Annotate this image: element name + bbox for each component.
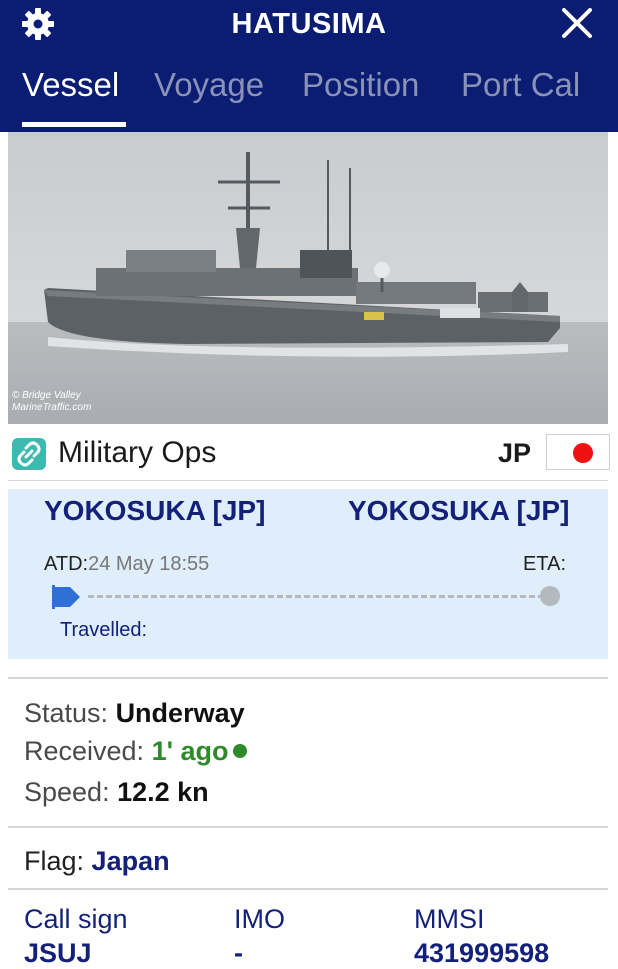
- imo-value: -: [234, 938, 243, 968]
- eta-label: ETA:: [523, 553, 566, 575]
- app-header: HATUSIMA Vessel Voyage Position Port Cal: [0, 0, 618, 132]
- status-value: Underway: [115, 698, 245, 728]
- travelled-label: Travelled:: [60, 619, 148, 641]
- voyage-progress-track: [88, 595, 544, 598]
- atd-time: ATD:24 May 18:55: [44, 553, 209, 576]
- speed-row: Speed: 12.2 kn: [24, 777, 209, 808]
- section-divider: [8, 677, 608, 679]
- section-divider: [8, 826, 608, 828]
- section-divider: [8, 888, 608, 890]
- flag-sun-mark: [573, 443, 593, 463]
- link-icon: [12, 438, 46, 470]
- status-row: Status: Underway: [24, 698, 245, 729]
- destination-dot: [540, 586, 560, 606]
- vessel-progress-marker-icon: [52, 585, 80, 609]
- flag-value: Japan: [91, 846, 170, 876]
- atd-value: 24 May 18:55: [88, 553, 210, 575]
- active-tab-indicator: [22, 122, 126, 127]
- departure-port[interactable]: YOKOSUKA [JP]: [44, 495, 265, 527]
- photo-credit: © Bridge Valley MarineTraffic.com: [12, 390, 91, 414]
- photo-credit-line: MarineTraffic.com: [12, 402, 92, 413]
- flag-icon: [546, 434, 610, 470]
- received-row: Received: 1' ago: [24, 736, 247, 767]
- speed-value: 12.2 kn: [117, 777, 209, 807]
- imo-label: IMO: [234, 904, 285, 934]
- live-status-dot: [232, 744, 247, 758]
- speed-label: Speed:: [24, 777, 110, 807]
- voyage-summary[interactable]: YOKOSUKA [JP] YOKOSUKA [JP] ATD:24 May 1…: [8, 489, 608, 659]
- flag-code: JP: [498, 438, 532, 468]
- received-label: Received:: [24, 736, 145, 766]
- callsign-value: JSUJ: [24, 938, 92, 968]
- tab-position[interactable]: Position: [302, 66, 419, 104]
- received-value: 1' ago: [151, 736, 229, 766]
- mmsi-value: 431999598: [414, 938, 550, 968]
- callsign-label: Call sign: [24, 904, 128, 934]
- close-icon[interactable]: [560, 6, 594, 40]
- flag-row: Flag: Japan: [24, 846, 170, 877]
- arrival-port[interactable]: YOKOSUKA [JP]: [348, 495, 569, 527]
- status-label: Status:: [24, 698, 109, 728]
- vessel-type-bar: Military Ops JP: [8, 428, 610, 481]
- tab-port-calls[interactable]: Port Cal: [461, 66, 580, 104]
- vessel-photo[interactable]: [8, 132, 608, 424]
- vessel-type-label: Military Ops: [58, 436, 217, 469]
- photo-credit-line: © Bridge Valley: [12, 390, 81, 401]
- flag-label: Flag:: [24, 846, 85, 876]
- vessel-title: HATUSIMA: [231, 8, 387, 40]
- mmsi-label: MMSI: [414, 904, 485, 934]
- tab-vessel[interactable]: Vessel: [22, 66, 119, 104]
- atd-label: ATD:: [44, 553, 89, 575]
- tab-voyage[interactable]: Voyage: [154, 66, 264, 104]
